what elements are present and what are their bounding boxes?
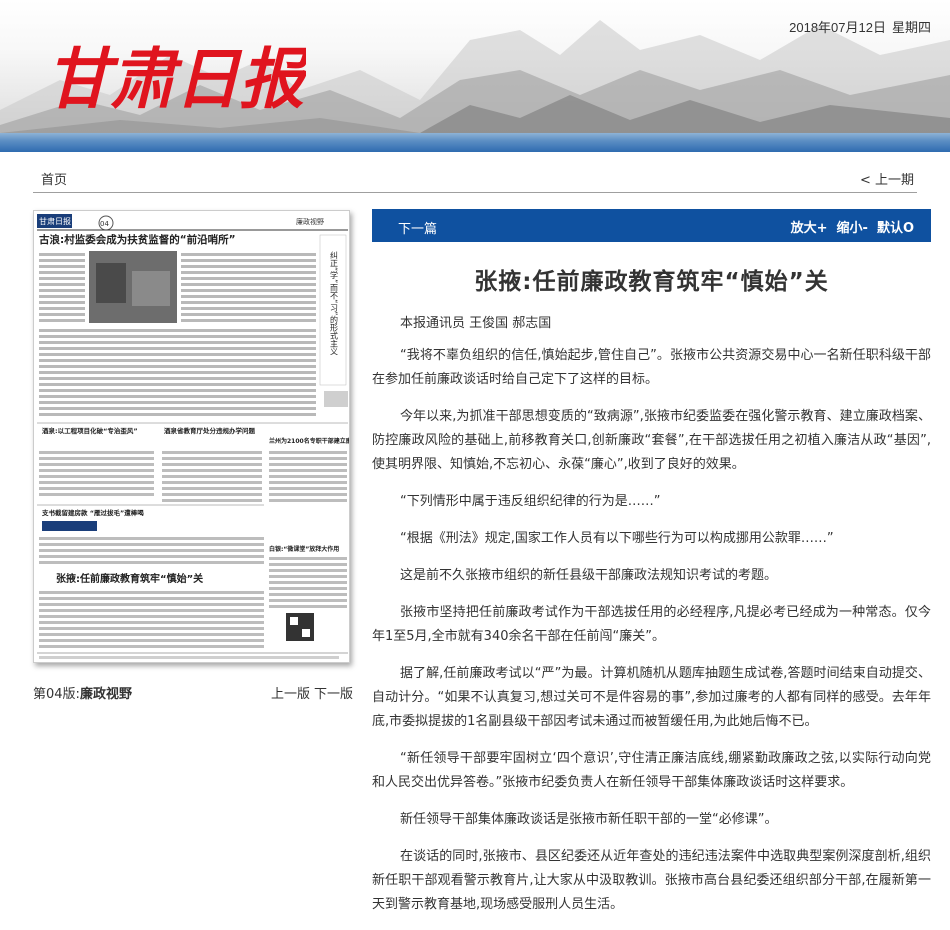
- article-paragraph: 今年以来,为抓准干部思想变质的“致病源”,张掖市纪委监委在强化警示教育、建立廉政…: [372, 409, 931, 472]
- article-title: 张掖:任前廉政教育筑牢“慎始”关: [474, 269, 829, 295]
- svg-text:支书截留建房款 “雁过拔毛”遭棒喝: 支书截留建房款 “雁过拔毛”遭棒喝: [41, 508, 144, 517]
- article-paragraph: “我将不辜负组织的信任,慎始起步,管住自己”。张掖市公共资源交易中心一名新任职科…: [372, 348, 931, 387]
- svg-text:甘肃日报: 甘肃日报: [46, 40, 306, 118]
- svg-text:张掖:任前廉政教育筑牢“慎始”关: 张掖:任前廉政教育筑牢“慎始”关: [56, 572, 203, 585]
- zoom-out-button[interactable]: 缩小-: [837, 221, 868, 236]
- next-article-link[interactable]: 下一篇: [398, 218, 437, 237]
- svg-text:甘肃日报: 甘肃日报: [39, 216, 71, 226]
- article-paragraph: “根据《刑法》规定,国家工作人员有以下哪些行为可以构成挪用公款罪……”: [400, 531, 834, 546]
- issue-weekday: 星期四: [891, 20, 931, 35]
- svg-text:廉政视野: 廉政视野: [296, 217, 324, 226]
- article-paragraph: 张掖市坚持把任前廉政考试作为干部选拔任用的必经程序,凡提必考已经成为一种常态。仅…: [372, 605, 931, 644]
- issue-date: 2018年07月12日 星期四: [783, 17, 931, 36]
- article-paragraph: “下列情形中属于违反组织纪律的行为是……”: [400, 494, 661, 509]
- page-caption: 第04版:廉政视野 上一版 下一版: [33, 683, 353, 702]
- default-size-button[interactable]: 默认O: [877, 221, 914, 236]
- banner-sea: [0, 133, 950, 152]
- article-paragraph: 在谈话的同时,张掖市、县区纪委还从近年查处的违纪违法案件中选取典型案例深度剖析,…: [372, 849, 931, 912]
- top-nav-bar: 首页 < 上一期: [33, 163, 917, 193]
- article-paragraph: 新任领导干部集体廉政谈话是张掖市新任职干部的一堂“必修课”。: [400, 812, 778, 827]
- article-paragraph: 据了解,任前廉政考试以“严”为最。计算机随机从题库抽题生成试卷,答题时间结束自动…: [372, 666, 931, 729]
- svg-text:兰州为2100名专职干部建立廉政档案: 兰州为2100名专职干部建立廉政档案: [269, 437, 350, 445]
- svg-text:酒泉:以工程项目化破“专治歪风”: 酒泉:以工程项目化破“专治歪风”: [42, 426, 138, 435]
- page-thumbnail[interactable]: 甘肃日报 04 廉政视野 古浪:村监委会成为扶贫监督的“前沿哨所” 纠正“学”而…: [33, 210, 350, 663]
- article-body: 本报通讯员 王俊国 郝志国 “我将不辜负组织的信任,慎始起步,管住自己”。张掖市…: [372, 312, 931, 930]
- article-byline: 本报通讯员 王俊国 郝志国: [400, 316, 552, 331]
- page-nav: 上一版 下一版: [267, 683, 353, 702]
- next-page-link[interactable]: 下一版: [314, 687, 353, 702]
- svg-text:白银:“微课堂”放拜大作用: 白银:“微课堂”放拜大作用: [269, 545, 339, 553]
- masthead-banner: 甘肃日报 2018年07月12日 星期四: [0, 0, 950, 152]
- gansu-daily-logo: 甘肃日报: [46, 40, 306, 118]
- article-toolbar: 下一篇 放大+ 缩小- 默认O: [372, 209, 931, 242]
- home-link[interactable]: 首页: [41, 169, 67, 188]
- page-section-name: 廉政视野: [79, 687, 132, 702]
- previous-issue-link[interactable]: < 上一期: [860, 169, 914, 188]
- svg-text:04: 04: [100, 220, 109, 228]
- page-label: 第04版:廉政视野: [33, 687, 132, 702]
- prev-page-link[interactable]: 上一版: [271, 687, 310, 702]
- svg-text:古浪:村监委会成为扶贫监督的“前沿哨所”: 古浪:村监委会成为扶贫监督的“前沿哨所”: [39, 233, 236, 246]
- article-paragraph: 这是前不久张掖市组织的新任县级干部廉政法规知识考试的考题。: [400, 568, 778, 583]
- issue-date-text: 2018年07月12日: [789, 20, 886, 35]
- article-paragraph: “新任领导干部要牢固树立‘四个意识’,守住清正廉洁底线,绷紧勤政廉政之弦,以实际…: [372, 751, 931, 790]
- svg-text:纠正“学”而不“习”的形式主义: 纠正“学”而不“习”的形式主义: [330, 251, 339, 356]
- page-number-label: 第04版:: [33, 687, 80, 702]
- svg-text:酒泉省教育厅处分违规办学问题: 酒泉省教育厅处分违规办学问题: [164, 426, 256, 435]
- font-size-tools: 放大+ 缩小- 默认O: [782, 217, 914, 236]
- newspaper-page-image: 甘肃日报 04 廉政视野 古浪:村监委会成为扶贫监督的“前沿哨所” 纠正“学”而…: [37, 214, 350, 659]
- zoom-in-button[interactable]: 放大+: [791, 221, 828, 236]
